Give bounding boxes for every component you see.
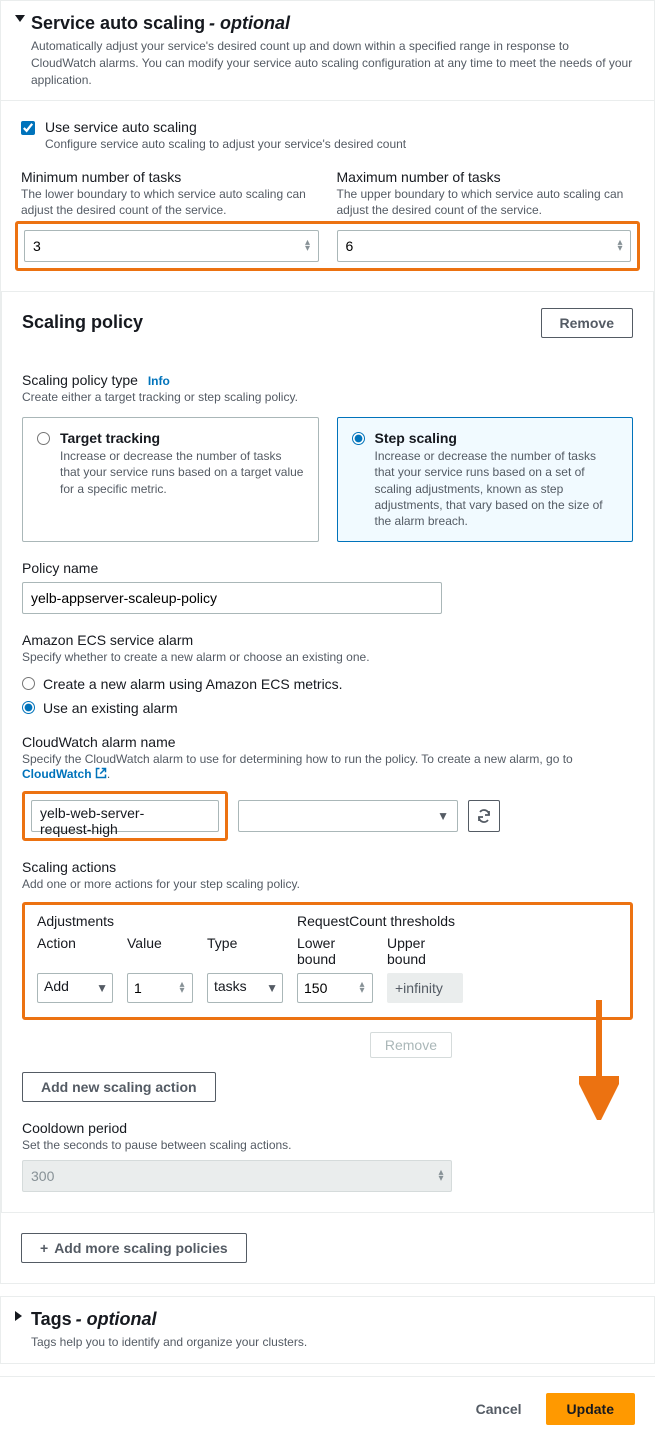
update-button[interactable]: Update bbox=[546, 1393, 635, 1425]
cw-alarm-label: CloudWatch alarm name bbox=[22, 734, 633, 750]
refresh-icon bbox=[476, 808, 492, 824]
add-more-policies-button[interactable]: Add more scaling policies bbox=[21, 1233, 247, 1263]
stepper-icon[interactable] bbox=[613, 240, 627, 252]
existing-alarm-radio[interactable] bbox=[22, 701, 35, 714]
create-alarm-radio[interactable] bbox=[22, 677, 35, 690]
optional-label: - optional bbox=[209, 13, 290, 33]
info-link[interactable]: Info bbox=[148, 374, 170, 388]
add-scaling-action-button[interactable]: Add new scaling action bbox=[22, 1072, 216, 1102]
tasks-highlight bbox=[15, 221, 640, 271]
value-col-label: Value bbox=[127, 935, 193, 967]
cw-alarm-dropdown[interactable]: yelb-web-server-request-high bbox=[31, 800, 219, 832]
cw-alarm-dropdown-ext[interactable]: ▼ bbox=[238, 800, 458, 832]
target-tracking-desc: Increase or decrease the number of tasks… bbox=[60, 448, 304, 497]
max-tasks-input[interactable] bbox=[337, 230, 632, 262]
min-tasks-input[interactable] bbox=[24, 230, 319, 262]
max-tasks-label: Maximum number of tasks bbox=[337, 169, 635, 185]
max-tasks-desc: The upper boundary to which service auto… bbox=[337, 187, 635, 218]
cooldown-input[interactable] bbox=[22, 1160, 452, 1192]
cooldown-label: Cooldown period bbox=[22, 1120, 633, 1136]
auto-scaling-title: Service auto scaling bbox=[31, 13, 205, 33]
thresholds-header: RequestCount thresholds bbox=[297, 913, 618, 929]
expand-caret-icon bbox=[15, 1311, 22, 1321]
tags-header[interactable]: Tags - optional Tags help you to identif… bbox=[1, 1297, 654, 1363]
tags-desc: Tags help you to identify and organize y… bbox=[31, 1334, 634, 1351]
policy-type-desc: Create either a target tracking or step … bbox=[22, 390, 633, 406]
auto-scaling-desc: Automatically adjust your service's desi… bbox=[31, 38, 634, 88]
type-col-label: Type bbox=[207, 935, 283, 967]
expand-caret-icon bbox=[15, 15, 25, 22]
scaling-policy-title: Scaling policy bbox=[22, 312, 143, 333]
cooldown-desc: Set the seconds to pause between scaling… bbox=[22, 1138, 633, 1154]
target-tracking-radio[interactable] bbox=[37, 432, 50, 445]
use-auto-scaling-checkbox[interactable] bbox=[21, 121, 35, 135]
chevron-down-icon: ▼ bbox=[96, 981, 108, 995]
step-scaling-card[interactable]: Step scaling Increase or decrease the nu… bbox=[337, 417, 634, 542]
target-tracking-card[interactable]: Target tracking Increase or decrease the… bbox=[22, 417, 319, 542]
use-auto-scaling-label: Use service auto scaling bbox=[45, 119, 406, 135]
step-scaling-radio[interactable] bbox=[352, 432, 365, 445]
auto-scaling-header[interactable]: Service auto scaling - optional Automati… bbox=[1, 1, 654, 100]
upper-bound-readonly: +infinity bbox=[387, 973, 463, 1003]
tags-panel: Tags - optional Tags help you to identif… bbox=[0, 1296, 655, 1364]
adjustments-highlight: Adjustments RequestCount thresholds Acti… bbox=[22, 902, 633, 1020]
use-auto-scaling-desc: Configure service auto scaling to adjust… bbox=[45, 137, 406, 151]
policy-name-input[interactable] bbox=[22, 582, 442, 614]
stepper-icon[interactable] bbox=[175, 982, 189, 994]
tags-title: Tags bbox=[31, 1309, 72, 1329]
scaling-actions-label: Scaling actions bbox=[22, 859, 633, 875]
external-link-icon bbox=[95, 767, 107, 779]
remove-policy-button[interactable]: Remove bbox=[541, 308, 633, 338]
chevron-down-icon: ▼ bbox=[266, 981, 278, 995]
stepper-icon[interactable] bbox=[355, 982, 369, 994]
remove-action-button[interactable]: Remove bbox=[370, 1032, 452, 1058]
scaling-actions-desc: Add one or more actions for your step sc… bbox=[22, 877, 633, 893]
refresh-button[interactable] bbox=[468, 800, 500, 832]
auto-scaling-panel: Service auto scaling - optional Automati… bbox=[0, 0, 655, 1284]
create-alarm-option[interactable]: Create a new alarm using Amazon ECS metr… bbox=[22, 676, 633, 692]
ecs-alarm-desc: Specify whether to create a new alarm or… bbox=[22, 650, 633, 666]
stepper-icon[interactable] bbox=[434, 1170, 448, 1182]
existing-alarm-option[interactable]: Use an existing alarm bbox=[22, 700, 633, 716]
min-tasks-desc: The lower boundary to which service auto… bbox=[21, 187, 319, 218]
step-scaling-desc: Increase or decrease the number of tasks… bbox=[375, 448, 619, 529]
cloudwatch-link[interactable]: CloudWatch bbox=[22, 767, 107, 781]
min-tasks-label: Minimum number of tasks bbox=[21, 169, 319, 185]
action-select[interactable]: Add ▼ bbox=[37, 973, 113, 1003]
scaling-policy-panel: Scaling policy Remove Scaling policy typ… bbox=[1, 291, 654, 1214]
chevron-down-icon: ▼ bbox=[437, 809, 449, 823]
step-scaling-title: Step scaling bbox=[375, 430, 619, 446]
target-tracking-title: Target tracking bbox=[60, 430, 304, 446]
policy-type-label: Scaling policy type bbox=[22, 372, 138, 388]
adjustments-header: Adjustments bbox=[37, 913, 297, 929]
cw-alarm-desc: Specify the CloudWatch alarm to use for … bbox=[22, 752, 633, 783]
policy-name-label: Policy name bbox=[22, 560, 633, 576]
ecs-alarm-label: Amazon ECS service alarm bbox=[22, 632, 633, 648]
stepper-icon[interactable] bbox=[301, 240, 315, 252]
lower-col-label: Lower bound bbox=[297, 935, 373, 967]
action-col-label: Action bbox=[37, 935, 113, 967]
type-select[interactable]: tasks ▼ bbox=[207, 973, 283, 1003]
upper-col-label: Upper bound bbox=[387, 935, 463, 967]
cancel-button[interactable]: Cancel bbox=[462, 1393, 536, 1425]
footer: Cancel Update bbox=[0, 1376, 655, 1449]
